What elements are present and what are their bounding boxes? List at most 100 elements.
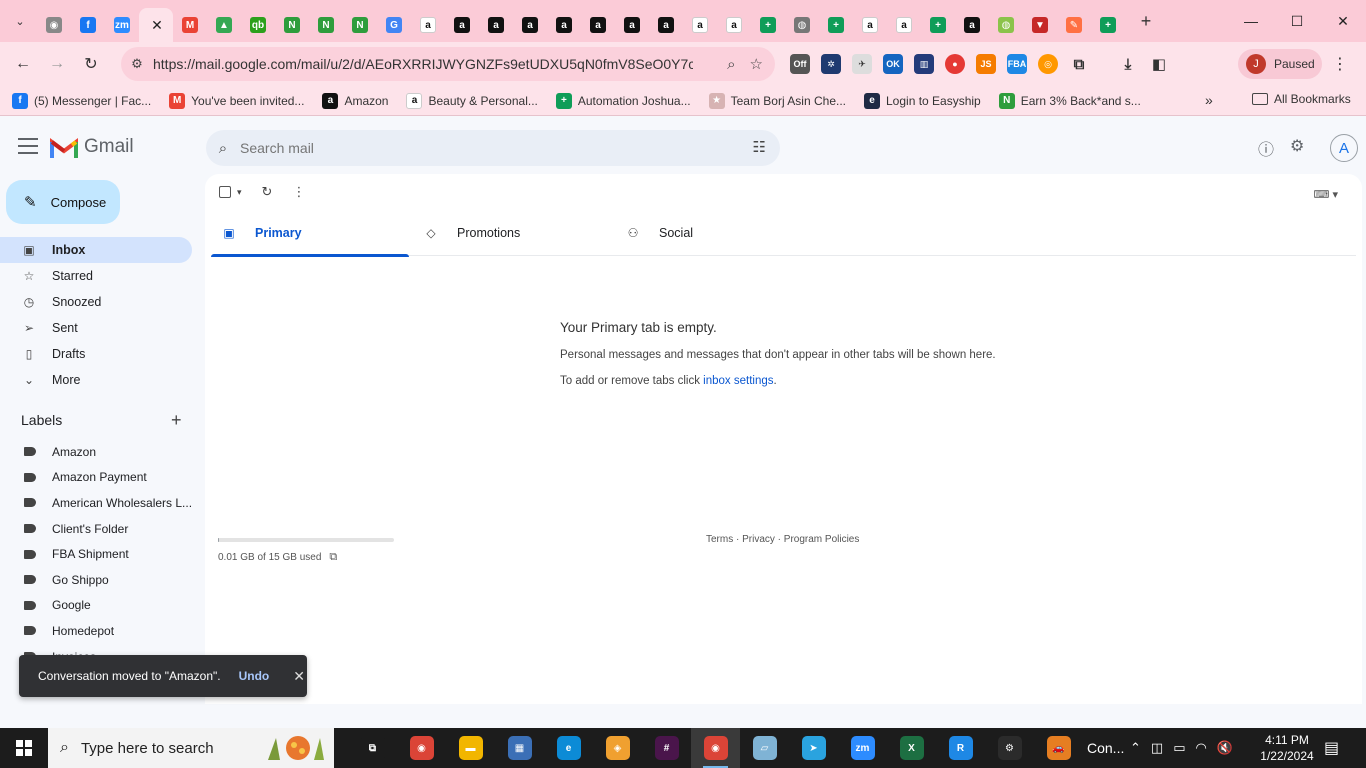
new-tab-button[interactable]: +	[1133, 11, 1159, 32]
taskbar-app[interactable]: ◉	[397, 728, 446, 768]
browser-tab[interactable]: ▼	[1023, 8, 1057, 42]
double-chevron-right-icon[interactable]: »	[1205, 92, 1213, 108]
volume-muted-icon[interactable]: 🔇	[1217, 740, 1233, 756]
browser-tab[interactable]: a	[955, 8, 989, 42]
taskbar-app[interactable]: ➤	[789, 728, 838, 768]
browser-tab[interactable]: a	[411, 8, 445, 42]
zoom-magnifier-icon[interactable]: ⌕	[727, 56, 735, 73]
taskbar-app[interactable]: ◉	[691, 728, 740, 768]
bookmark-item[interactable]: a Amazon	[322, 92, 388, 109]
browser-tab[interactable]: a	[615, 8, 649, 42]
close-icon[interactable]: ✕	[293, 668, 305, 685]
bookmark-item[interactable]: ★ Team Borj Asin Che...	[708, 92, 846, 109]
taskbar-app[interactable]: ⚙	[985, 728, 1034, 768]
taskbar-app[interactable]: 🚗	[1034, 728, 1083, 768]
browser-tab[interactable]: a	[479, 8, 513, 42]
nav-item-sent[interactable]: ➢ Sent	[0, 315, 192, 341]
browser-tab[interactable]: ✎	[1057, 8, 1091, 42]
browser-tab[interactable]: zm	[105, 8, 139, 42]
minimize-icon[interactable]: —	[1228, 0, 1274, 42]
browser-tab[interactable]: +	[819, 8, 853, 42]
all-bookmarks-button[interactable]: All Bookmarks	[1252, 92, 1351, 106]
extensions-puzzle-icon[interactable]: ⧉	[1069, 54, 1089, 74]
bookmark-item[interactable]: M You've been invited...	[169, 92, 304, 109]
extension-chart-icon[interactable]: ▥	[914, 54, 934, 74]
bookmark-item[interactable]: e Login to Easyship	[864, 92, 981, 109]
compose-button[interactable]: ✎ Compose	[6, 180, 120, 224]
refresh-icon[interactable]: ↻	[262, 184, 273, 200]
browser-tab[interactable]: N	[309, 8, 343, 42]
settings-gear-icon[interactable]: ⚙	[1290, 136, 1304, 160]
browser-tab[interactable]: a	[513, 8, 547, 42]
taskbar-app[interactable]: zm	[838, 728, 887, 768]
select-all-checkbox[interactable]: ▾	[219, 186, 242, 198]
keyboard-icon[interactable]: ⌨ ▾	[1314, 188, 1338, 201]
taskbar-search-box[interactable]: ⌕ Type here to search	[48, 728, 334, 768]
label-item[interactable]: Homedepot	[0, 618, 205, 644]
extension-gear-icon[interactable]: ✲	[821, 54, 841, 74]
account-avatar[interactable]: A	[1330, 134, 1358, 162]
label-item[interactable]: FBA Shipment	[0, 541, 205, 567]
browser-tab[interactable]: N	[275, 8, 309, 42]
search-icon[interactable]: ⌕	[206, 140, 240, 157]
notifications-icon[interactable]: ▤	[1324, 738, 1339, 758]
label-item[interactable]: Client's Folder	[0, 516, 205, 542]
taskbar-app[interactable]: ◈	[593, 728, 642, 768]
extension-ok-icon[interactable]: OK	[883, 54, 903, 74]
browser-tab[interactable]: f	[71, 8, 105, 42]
add-label-icon[interactable]: +	[171, 410, 182, 431]
browser-tab[interactable]: ✕	[139, 8, 173, 42]
browser-tab[interactable]: qb	[241, 8, 275, 42]
extension-pokeball-icon[interactable]: ●	[945, 54, 965, 74]
search-options-icon[interactable]: ☷	[753, 138, 766, 156]
browser-tab[interactable]: a	[717, 8, 751, 42]
extension-off-icon[interactable]: Off	[790, 54, 810, 74]
browser-tab[interactable]: ◍	[989, 8, 1023, 42]
bookmark-item[interactable]: f (5) Messenger | Fac...	[12, 92, 151, 109]
label-item[interactable]: Amazon Payment	[0, 465, 205, 491]
undo-button[interactable]: Undo	[239, 669, 270, 683]
close-tab-icon[interactable]: ✕	[151, 17, 163, 34]
nav-item-inbox[interactable]: ▣ Inbox	[0, 237, 192, 263]
close-icon[interactable]: ✕	[1320, 0, 1366, 42]
url-text[interactable]: https://mail.google.com/mail/u/2/d/AEoRX…	[153, 56, 693, 72]
side-panel-icon[interactable]: ◧	[1149, 54, 1169, 74]
inbox-settings-link[interactable]: inbox settings	[703, 375, 773, 387]
bookmark-star-icon[interactable]: ☆	[750, 55, 763, 73]
tab-promotions[interactable]: ◇ Promotions	[413, 210, 615, 256]
camera-icon[interactable]: ◫	[1151, 740, 1163, 756]
browser-tab[interactable]: a	[683, 8, 717, 42]
forward-button[interactable]: →	[40, 47, 74, 81]
search-input[interactable]	[240, 140, 720, 156]
browser-tab[interactable]: a	[581, 8, 615, 42]
bookmark-item[interactable]: N Earn 3% Back*and s...	[998, 92, 1141, 109]
taskbar-app[interactable]: R	[936, 728, 985, 768]
browser-tab[interactable]: a	[887, 8, 921, 42]
help-icon[interactable]: ⓘ	[1258, 136, 1274, 160]
nav-item-starred[interactable]: ☆ Starred	[0, 263, 192, 289]
browser-tab[interactable]: ▲	[207, 8, 241, 42]
extension-js-icon[interactable]: JS	[976, 54, 996, 74]
browser-tab[interactable]: a	[547, 8, 581, 42]
battery-icon[interactable]: ▭	[1173, 740, 1185, 756]
browser-tab[interactable]: +	[751, 8, 785, 42]
main-menu-icon[interactable]	[18, 138, 38, 154]
taskbar-app[interactable]: ▱	[740, 728, 789, 768]
browser-tab[interactable]: a	[649, 8, 683, 42]
nav-item-drafts[interactable]: ▯ Drafts	[0, 341, 192, 367]
bookmark-item[interactable]: a Beauty & Personal...	[406, 92, 538, 109]
taskbar-app[interactable]: ⧉	[348, 728, 397, 768]
browser-tab[interactable]: +	[1091, 8, 1125, 42]
footer-links[interactable]: Terms · Privacy · Program Policies	[706, 534, 859, 545]
browser-tab[interactable]: N	[343, 8, 377, 42]
extension-fba-icon[interactable]: FBA	[1007, 54, 1027, 74]
browser-tab[interactable]: G	[377, 8, 411, 42]
browser-tab[interactable]: ◍	[785, 8, 819, 42]
browser-tab[interactable]: ◉	[37, 8, 71, 42]
start-button[interactable]	[0, 728, 48, 768]
taskbar-app[interactable]: #	[642, 728, 691, 768]
taskbar-app[interactable]: X	[887, 728, 936, 768]
taskbar-app[interactable]: ▦	[495, 728, 544, 768]
browser-tab[interactable]: a	[853, 8, 887, 42]
extension-plane-icon[interactable]: ✈	[852, 54, 872, 74]
